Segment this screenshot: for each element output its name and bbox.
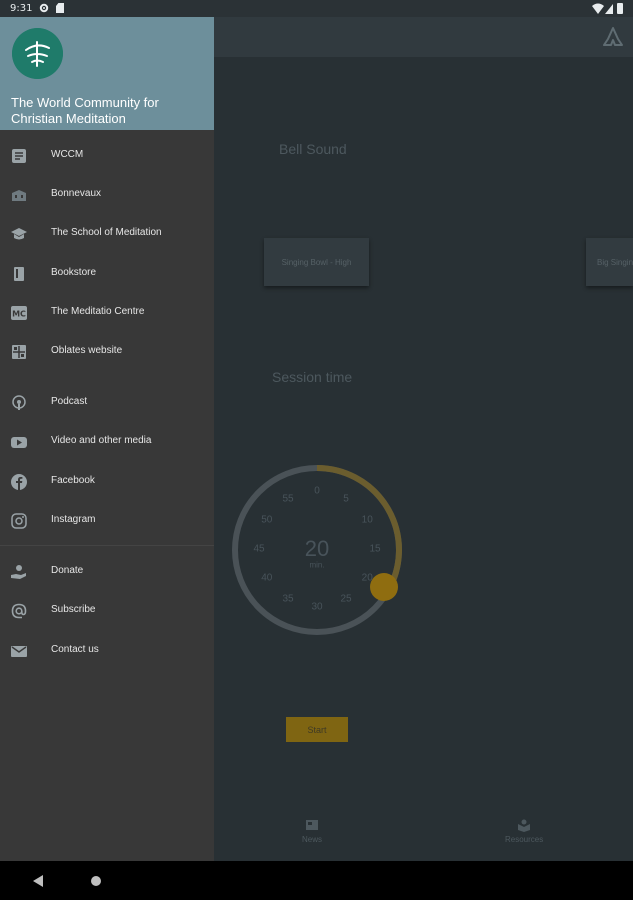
menu-item-label: Contact us [51, 644, 99, 655]
menu-item-podcast[interactable]: Podcast [0, 384, 214, 422]
system-navigation-bar [0, 861, 633, 900]
mail-icon [11, 646, 27, 657]
facebook-icon [11, 474, 27, 490]
signal-icon [605, 4, 613, 14]
menu-item-label: Subscribe [51, 604, 96, 615]
dial-tick-30: 30 [311, 601, 323, 613]
praying-hands-icon[interactable] [602, 27, 624, 47]
mc-badge-icon: MC [11, 306, 27, 320]
sound-option-label: Singing Bowl - High [281, 257, 352, 267]
window-grid-icon [12, 345, 26, 359]
gear-icon [39, 3, 49, 13]
back-icon[interactable] [33, 875, 43, 887]
menu-item-label: Video and other media [51, 435, 152, 446]
dial-handle[interactable] [370, 573, 398, 601]
sound-option-singing-bowl-high[interactable]: Singing Bowl - High [264, 238, 369, 286]
sound-option-big-singing-bowl[interactable]: Big Singing Bowl [586, 238, 633, 286]
menu-item-label: The School of Meditation [51, 227, 162, 238]
dial-unit: min. [309, 560, 325, 570]
menu-item-meditatio-centre[interactable]: MC The Meditatio Centre [0, 294, 214, 332]
wifi-icon [592, 3, 604, 14]
sound-option-label: Big Singing Bowl [597, 257, 633, 267]
sd-card-icon [56, 3, 64, 13]
menu-item-label: Facebook [51, 475, 95, 486]
dial-tick-35: 35 [282, 593, 294, 605]
menu-item-donate[interactable]: Donate [0, 553, 214, 591]
dial-tick-5: 5 [343, 493, 349, 505]
menu-item-contact-us[interactable]: Contact us [0, 632, 214, 670]
bell-sound-heading: Bell Sound [279, 141, 347, 157]
menu-item-bookstore[interactable]: Bookstore [0, 255, 214, 293]
dial-tick-0: 0 [314, 485, 320, 497]
menu-item-bonnevaux[interactable]: Bonnevaux [0, 176, 214, 214]
drawer-title: The World Community for Christian Medita… [11, 95, 159, 126]
status-bar: 9:31 [0, 0, 633, 17]
youtube-icon [11, 437, 27, 448]
dial-tick-50: 50 [261, 514, 273, 526]
dial-tick-45: 45 [253, 543, 265, 555]
menu-item-label: Bonnevaux [51, 188, 102, 199]
menu-item-instagram[interactable]: Instagram [0, 502, 214, 540]
menu-item-oblates-website[interactable]: Oblates website [0, 333, 214, 371]
dial-tick-55: 55 [282, 493, 294, 505]
dial-value: 20 [304, 536, 330, 561]
dial-tick-25: 25 [340, 593, 352, 605]
graduation-cap-icon [11, 228, 27, 240]
start-button-label: Start [307, 724, 327, 735]
menu-item-label: Donate [51, 565, 84, 576]
dial-tick-10: 10 [361, 514, 373, 526]
building-icon [12, 190, 26, 201]
drawer-header: The World Community for Christian Medita… [0, 17, 214, 130]
nav-resources-label: Resources [505, 835, 544, 844]
menu-item-subscribe[interactable]: Subscribe [0, 592, 214, 630]
menu-item-label: Bookstore [51, 267, 97, 278]
status-time: 9:31 [10, 3, 33, 14]
book-icon [14, 267, 24, 281]
nav-resources[interactable]: Resources [505, 818, 543, 844]
session-time-heading: Session time [272, 369, 353, 385]
menu-item-label: The Meditatio Centre [51, 306, 145, 317]
drawer-divider [0, 545, 214, 546]
navigation-drawer: The World Community for Christian Medita… [0, 17, 214, 861]
start-button[interactable]: Start [286, 717, 348, 742]
donate-hand-icon [11, 565, 26, 579]
wccm-logo-icon [12, 149, 26, 163]
at-sign-icon [11, 603, 27, 619]
wccm-logo [12, 28, 63, 79]
menu-item-label: Podcast [51, 396, 88, 407]
instagram-icon [11, 513, 27, 529]
menu-item-facebook[interactable]: Facebook [0, 463, 214, 501]
nav-news[interactable]: News [302, 818, 322, 844]
menu-item-label: WCCM [51, 149, 84, 160]
nav-news-label: News [302, 835, 323, 844]
menu-item-label: Oblates website [51, 345, 123, 356]
news-icon [306, 820, 318, 830]
dial-tick-40: 40 [261, 572, 273, 584]
menu-item-school-of-meditation[interactable]: The School of Meditation [0, 215, 214, 253]
resources-icon [518, 819, 531, 832]
svg-text:MC: MC [12, 310, 26, 319]
menu-item-wccm[interactable]: WCCM [0, 137, 214, 175]
menu-item-label: Instagram [51, 514, 96, 525]
battery-icon [617, 3, 623, 14]
menu-item-video-media[interactable]: Video and other media [0, 423, 214, 461]
home-icon[interactable] [91, 876, 101, 886]
podcast-icon [12, 395, 26, 410]
dial-tick-15: 15 [369, 543, 381, 555]
